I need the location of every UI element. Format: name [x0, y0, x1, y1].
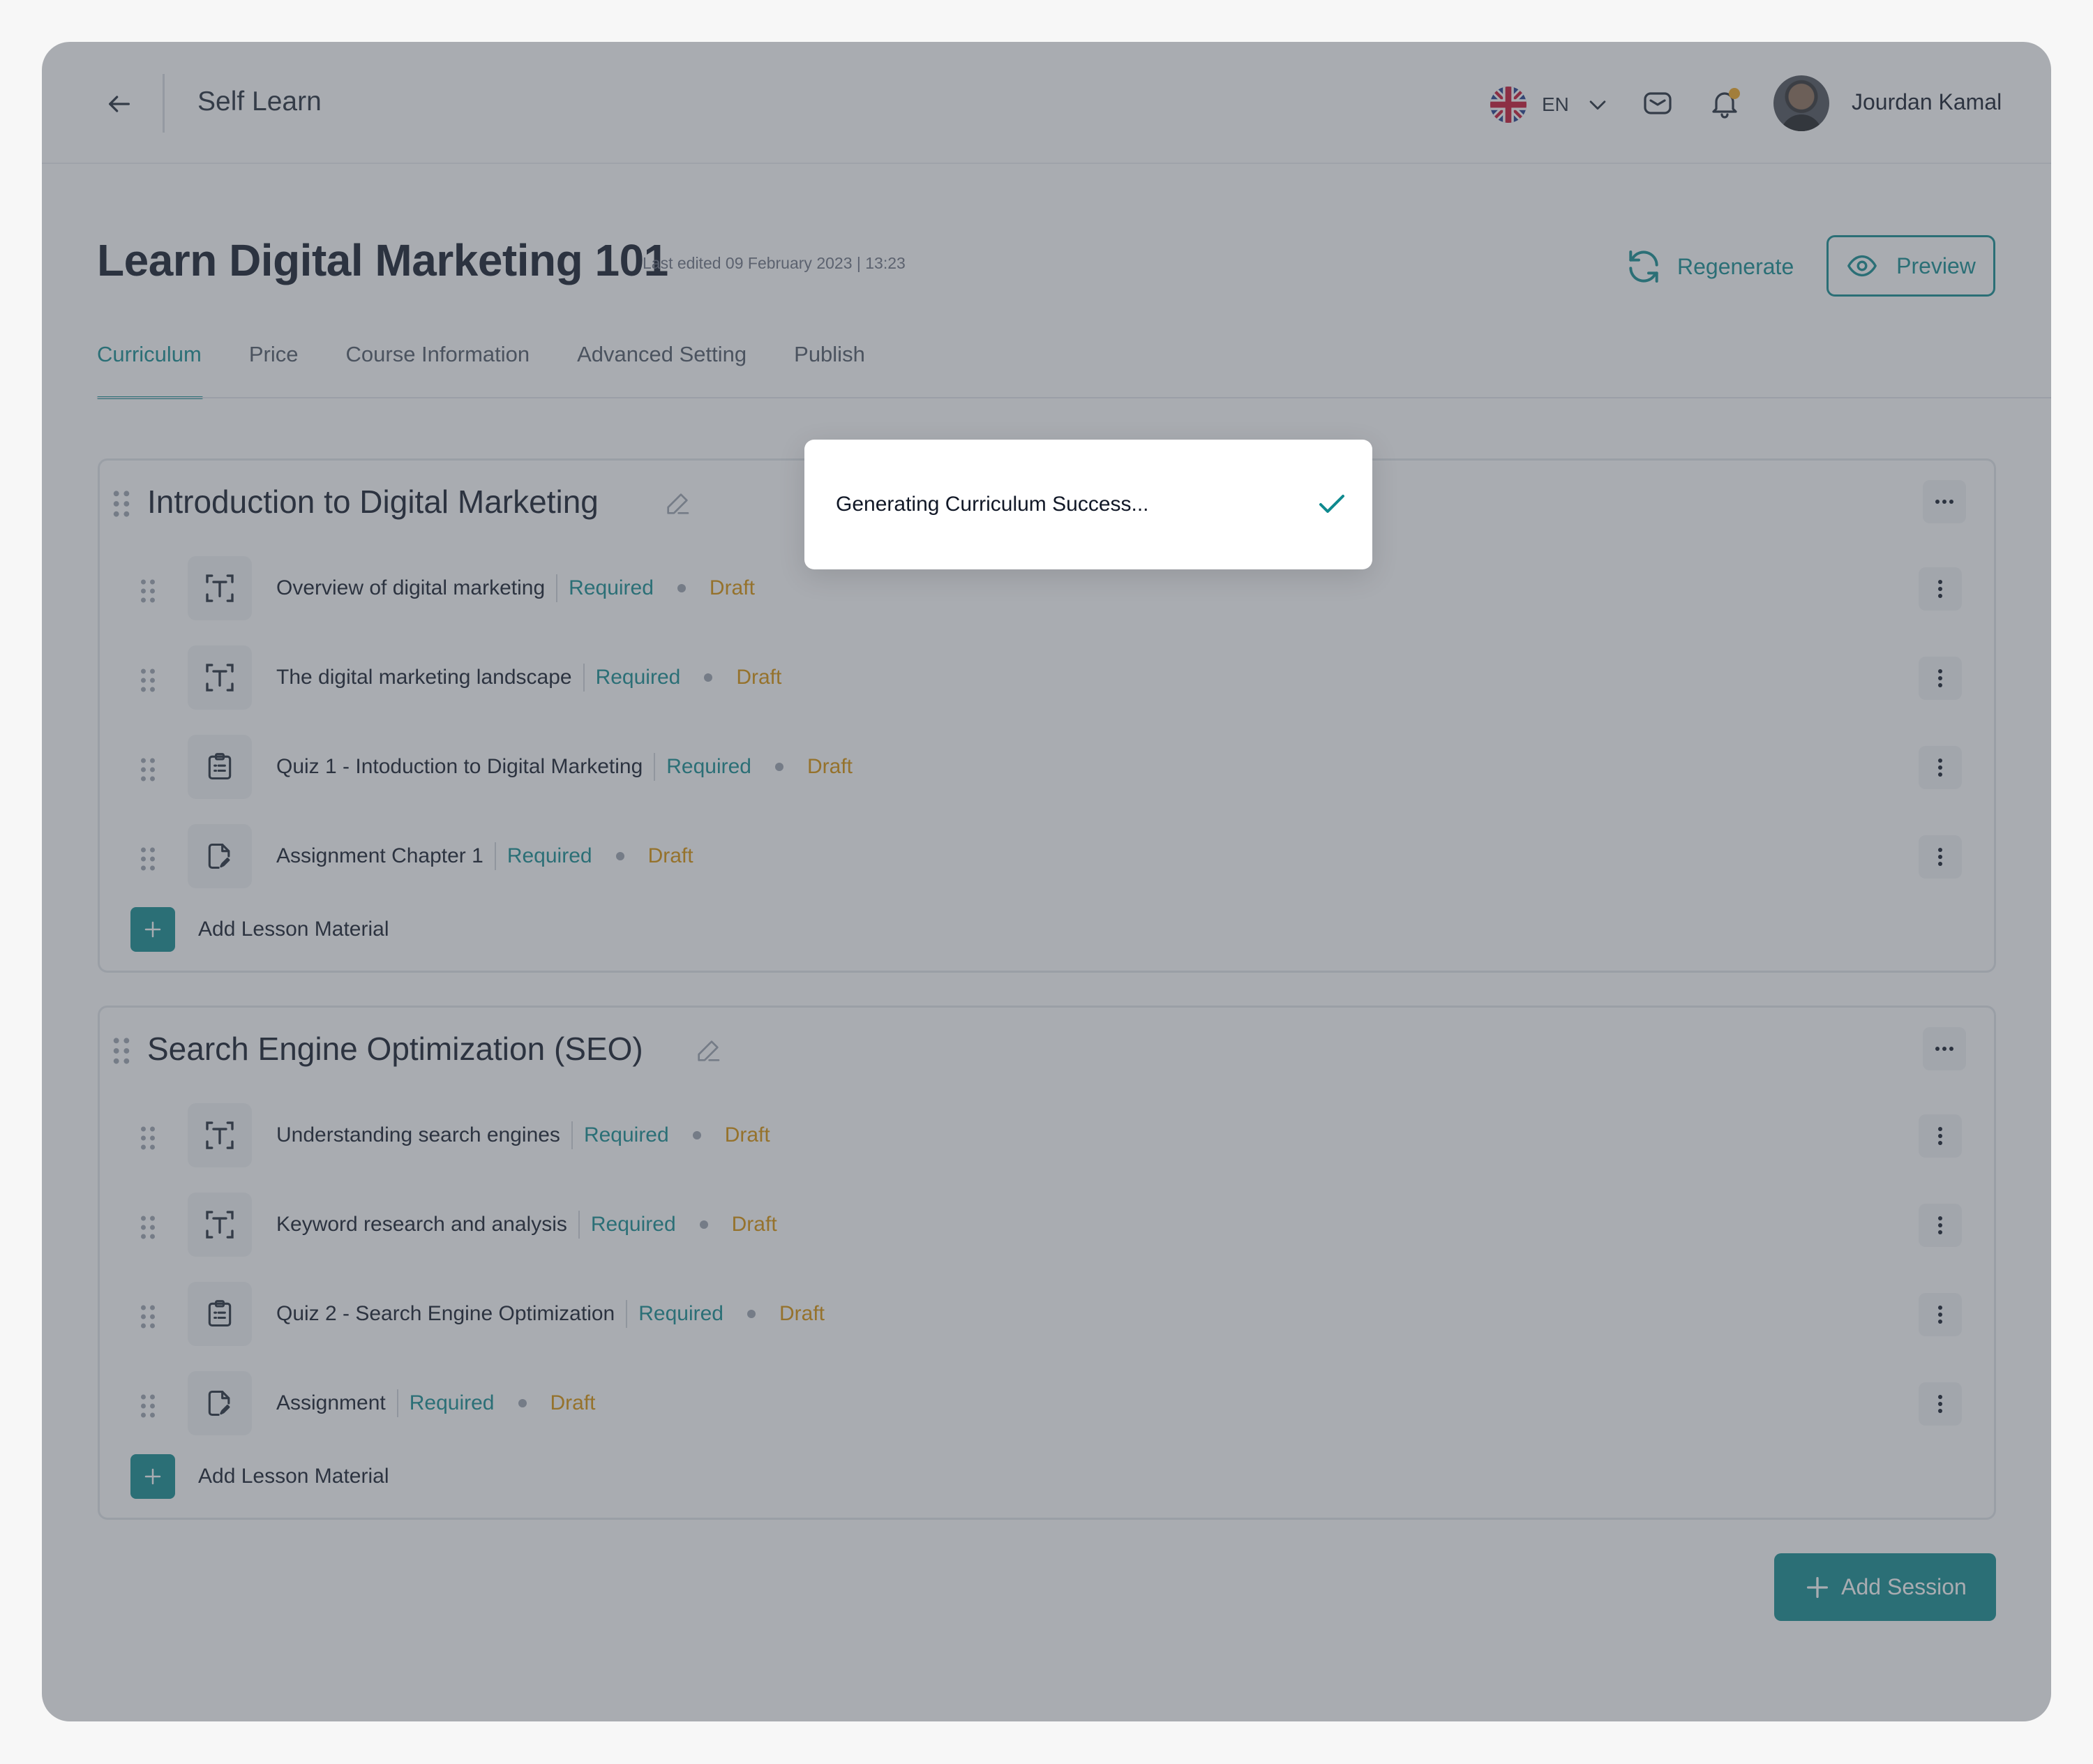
app-window: Self Learn EN Jourdan Kamal Learn Digita… [42, 42, 2051, 1721]
toast-message: Generating Curriculum Success... [836, 493, 1149, 516]
success-toast: Generating Curriculum Success... [804, 440, 1372, 569]
modal-overlay[interactable] [42, 42, 2051, 1721]
check-icon [1319, 495, 1344, 513]
